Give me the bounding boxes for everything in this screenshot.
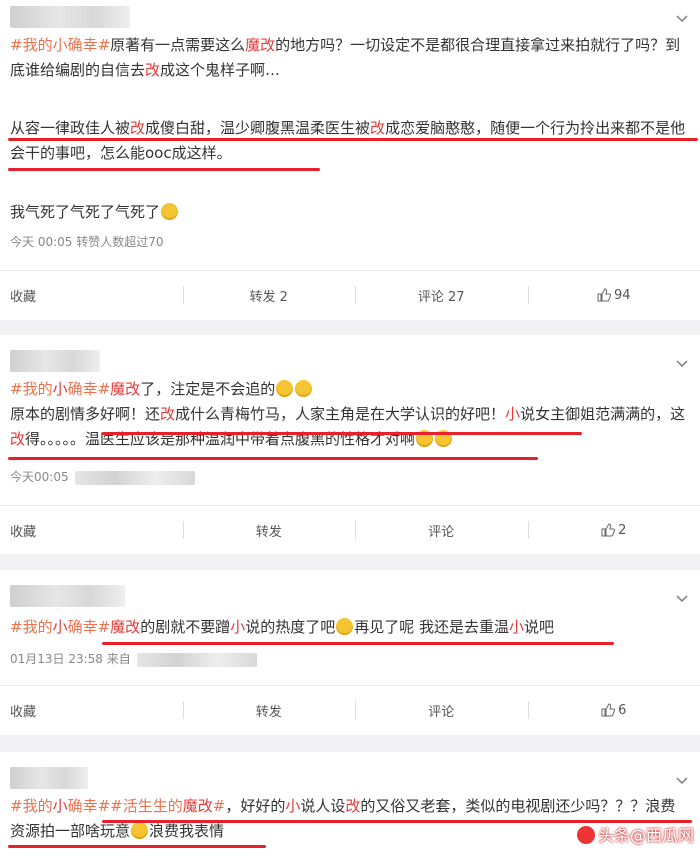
emoji-icon	[276, 380, 294, 397]
red-underline	[8, 168, 320, 171]
username-blurred[interactable]	[10, 585, 125, 607]
chevron-down-icon[interactable]	[674, 590, 690, 606]
emoji-icon	[336, 618, 354, 635]
post-text-para2: 从容一律政佳人被改成傻白甜，温少卿腹黑温柔医生被改成恋爱脑憨憨，随便一个行为拎出…	[10, 119, 686, 162]
post-card: #我的小确幸#魔改了，注定是不会追的 原本的剧情多好啊！还改成什么青梅竹马，人家…	[0, 335, 700, 554]
repost-button[interactable]: 转发 2	[182, 271, 356, 319]
red-underline	[102, 642, 614, 645]
post-text: #我的小确幸#原著有一点需要这么魔改的地方吗？一切设定不是都很合理直接拿过来拍就…	[10, 36, 681, 79]
repost-button[interactable]: 转发	[182, 686, 356, 734]
chevron-down-icon[interactable]	[674, 10, 690, 26]
source-blurred	[74, 470, 195, 485]
post-card: #我的小确幸#原著有一点需要这么魔改的地方吗？一切设定不是都很合理直接拿过来拍就…	[0, 0, 700, 320]
thumbs-up-icon	[601, 703, 616, 717]
topic-tag[interactable]: #我的小确幸#	[10, 380, 110, 398]
like-button[interactable]: 94	[527, 271, 700, 319]
watermark: 头条@西瓜网	[576, 822, 694, 846]
topic-tag[interactable]: #活生生的魔改#	[110, 797, 225, 815]
action-bar: 收藏 转发 评论 6	[0, 685, 700, 734]
action-bar: 收藏 转发 2 评论 27 94	[0, 270, 700, 319]
red-underline	[8, 457, 538, 460]
username-blurred[interactable]	[10, 6, 130, 28]
thumbs-up-icon	[601, 523, 616, 537]
post-card: #我的小确幸##活生生的魔改#，好好的小说人设改的又俗又老套，类似的电视剧还少吗…	[0, 752, 700, 856]
topic-tag[interactable]: #我的小确幸#	[10, 618, 110, 636]
favorite-button[interactable]: 收藏	[0, 506, 183, 554]
username-blurred[interactable]	[10, 350, 100, 372]
post-meta: 今天 00:05 转赞人数超过70	[10, 235, 164, 249]
action-bar: 收藏 转发 评论 2	[0, 505, 700, 554]
post-text-para3: 我气死了气死了气死了	[10, 200, 690, 225]
comment-button[interactable]: 评论 27	[355, 271, 528, 319]
chevron-down-icon[interactable]	[674, 355, 690, 371]
favorite-button[interactable]: 收藏	[0, 271, 183, 319]
topic-tag[interactable]: #我的小确幸#	[10, 36, 110, 54]
like-button[interactable]: 6	[527, 686, 700, 734]
red-underline	[8, 138, 698, 141]
comment-button[interactable]: 评论	[355, 686, 528, 734]
red-underline	[8, 845, 266, 848]
comment-button[interactable]: 评论	[355, 506, 528, 554]
watermark-logo-icon	[576, 826, 595, 844]
chevron-down-icon[interactable]	[674, 772, 690, 788]
post-text: #我的小确幸#魔改了，注定是不会追的 原本的剧情多好啊！还改成什么青梅竹马，人家…	[10, 380, 686, 448]
source-blurred	[136, 652, 257, 667]
repost-button[interactable]: 转发	[182, 506, 356, 554]
post-card: #我的小确幸#魔改的剧就不要蹭小说的热度了吧 再见了呢 我还是去重温小说吧 01月…	[0, 570, 700, 735]
topic-tag[interactable]: #我的小确幸#	[10, 797, 110, 815]
emoji-icon	[131, 822, 149, 839]
post-text: #我的小确幸#魔改的剧就不要蹭小说的热度了吧 再见了呢 我还是去重温小说吧	[10, 618, 555, 636]
like-button[interactable]: 2	[527, 506, 700, 554]
favorite-button[interactable]: 收藏	[0, 686, 183, 734]
thumbs-up-icon	[597, 288, 611, 302]
emoji-icon	[295, 380, 313, 397]
post-meta: 01月13日 23:58 来自	[10, 650, 257, 667]
username-blurred[interactable]	[10, 767, 88, 789]
emoji-icon	[161, 203, 179, 220]
red-underline	[102, 432, 582, 435]
post-meta: 今天00:05	[10, 468, 195, 485]
